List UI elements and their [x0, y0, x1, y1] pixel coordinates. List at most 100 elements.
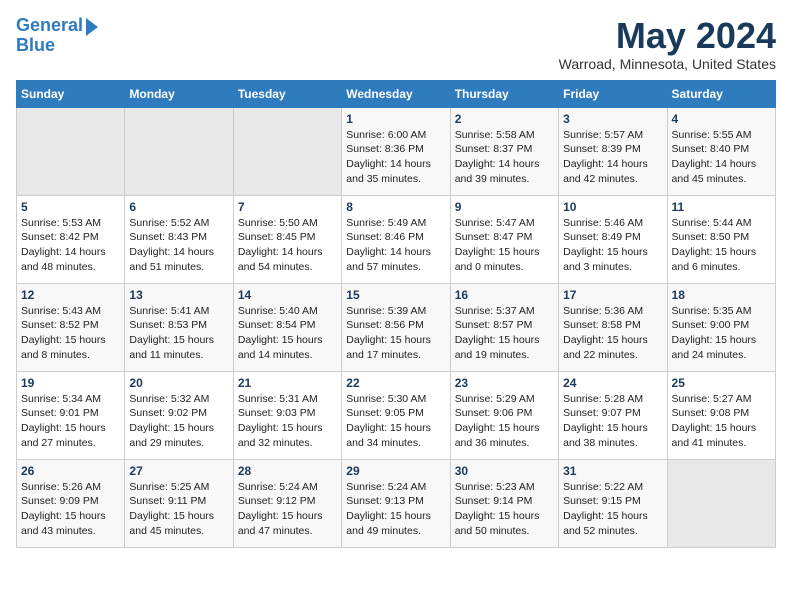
day-number: 13	[129, 288, 228, 302]
logo: General Blue	[16, 16, 98, 56]
day-number: 19	[21, 376, 120, 390]
day-info: Sunrise: 5:24 AM Sunset: 9:13 PM Dayligh…	[346, 480, 445, 539]
day-info: Sunrise: 5:37 AM Sunset: 8:57 PM Dayligh…	[455, 304, 554, 363]
day-number: 1	[346, 112, 445, 126]
calendar-cell: 20Sunrise: 5:32 AM Sunset: 9:02 PM Dayli…	[125, 371, 233, 459]
calendar-cell: 1Sunrise: 6:00 AM Sunset: 8:36 PM Daylig…	[342, 107, 450, 195]
day-number: 15	[346, 288, 445, 302]
calendar-cell: 12 Sunrise: 5:43 AM Sunset: 8:52 PM Dayli…	[17, 283, 125, 371]
calendar-cell: 22Sunrise: 5:30 AM Sunset: 9:05 PM Dayli…	[342, 371, 450, 459]
day-info: Sunrise: 5:41 AM Sunset: 8:53 PM Dayligh…	[129, 304, 228, 363]
day-number: 8	[346, 200, 445, 214]
page-header: General Blue May 2024 Warroad, Minnesota…	[16, 16, 776, 72]
day-info: Sunrise: 5:25 AM Sunset: 9:11 PM Dayligh…	[129, 480, 228, 539]
day-number: 2	[455, 112, 554, 126]
day-info: Sunrise: 5:36 AM Sunset: 8:58 PM Dayligh…	[563, 304, 662, 363]
day-number: 6	[129, 200, 228, 214]
day-info: Sunrise: 5:57 AM Sunset: 8:39 PM Dayligh…	[563, 128, 662, 187]
weekday-header-monday: Monday	[125, 80, 233, 107]
week-row-0: 1Sunrise: 6:00 AM Sunset: 8:36 PM Daylig…	[17, 107, 776, 195]
calendar-cell: 25 Sunrise: 5:27 AM Sunset: 9:08 PM Dayli…	[667, 371, 775, 459]
week-row-2: 12 Sunrise: 5:43 AM Sunset: 8:52 PM Dayli…	[17, 283, 776, 371]
calendar-cell	[233, 107, 341, 195]
day-info: Sunrise: 5:35 AM Sunset: 9:00 PM Dayligh…	[672, 304, 771, 363]
day-info: Sunrise: 5:52 AM Sunset: 8:43 PM Dayligh…	[129, 216, 228, 275]
day-info: Sunrise: 5:40 AM Sunset: 8:54 PM Dayligh…	[238, 304, 337, 363]
calendar-cell: 23Sunrise: 5:29 AM Sunset: 9:06 PM Dayli…	[450, 371, 558, 459]
calendar-cell: 13 Sunrise: 5:41 AM Sunset: 8:53 PM Dayli…	[125, 283, 233, 371]
calendar-cell: 24 Sunrise: 5:28 AM Sunset: 9:07 PM Dayli…	[559, 371, 667, 459]
calendar-cell: 3 Sunrise: 5:57 AM Sunset: 8:39 PM Daylig…	[559, 107, 667, 195]
day-info: Sunrise: 5:43 AM Sunset: 8:52 PM Dayligh…	[21, 304, 120, 363]
day-number: 21	[238, 376, 337, 390]
day-info: Sunrise: 5:23 AM Sunset: 9:14 PM Dayligh…	[455, 480, 554, 539]
day-info: Sunrise: 5:47 AM Sunset: 8:47 PM Dayligh…	[455, 216, 554, 275]
day-info: Sunrise: 5:31 AM Sunset: 9:03 PM Dayligh…	[238, 392, 337, 451]
week-row-4: 26Sunrise: 5:26 AM Sunset: 9:09 PM Dayli…	[17, 459, 776, 547]
calendar-cell: 17 Sunrise: 5:36 AM Sunset: 8:58 PM Dayli…	[559, 283, 667, 371]
day-info: Sunrise: 5:58 AM Sunset: 8:37 PM Dayligh…	[455, 128, 554, 187]
calendar-cell: 5 Sunrise: 5:53 AM Sunset: 8:42 PM Daylig…	[17, 195, 125, 283]
calendar-cell	[125, 107, 233, 195]
location: Warroad, Minnesota, United States	[559, 56, 776, 72]
day-info: Sunrise: 5:53 AM Sunset: 8:42 PM Dayligh…	[21, 216, 120, 275]
week-row-1: 5 Sunrise: 5:53 AM Sunset: 8:42 PM Daylig…	[17, 195, 776, 283]
calendar-cell: 9 Sunrise: 5:47 AM Sunset: 8:47 PM Daylig…	[450, 195, 558, 283]
calendar-header: SundayMondayTuesdayWednesdayThursdayFrid…	[17, 80, 776, 107]
day-number: 17	[563, 288, 662, 302]
day-number: 28	[238, 464, 337, 478]
day-info: Sunrise: 5:55 AM Sunset: 8:40 PM Dayligh…	[672, 128, 771, 187]
day-info: Sunrise: 5:49 AM Sunset: 8:46 PM Dayligh…	[346, 216, 445, 275]
day-info: Sunrise: 5:24 AM Sunset: 9:12 PM Dayligh…	[238, 480, 337, 539]
day-number: 16	[455, 288, 554, 302]
calendar-cell: 28 Sunrise: 5:24 AM Sunset: 9:12 PM Dayli…	[233, 459, 341, 547]
day-number: 31	[563, 464, 662, 478]
calendar-cell: 14Sunrise: 5:40 AM Sunset: 8:54 PM Dayli…	[233, 283, 341, 371]
calendar-cell: 2 Sunrise: 5:58 AM Sunset: 8:37 PM Daylig…	[450, 107, 558, 195]
day-info: Sunrise: 5:28 AM Sunset: 9:07 PM Dayligh…	[563, 392, 662, 451]
weekday-header-friday: Friday	[559, 80, 667, 107]
day-info: Sunrise: 5:27 AM Sunset: 9:08 PM Dayligh…	[672, 392, 771, 451]
day-info: Sunrise: 5:46 AM Sunset: 8:49 PM Dayligh…	[563, 216, 662, 275]
logo-line2: Blue	[16, 36, 98, 56]
day-number: 24	[563, 376, 662, 390]
day-number: 3	[563, 112, 662, 126]
logo-text: General	[16, 16, 83, 36]
day-number: 18	[672, 288, 771, 302]
calendar-cell: 27Sunrise: 5:25 AM Sunset: 9:11 PM Dayli…	[125, 459, 233, 547]
header-row: SundayMondayTuesdayWednesdayThursdayFrid…	[17, 80, 776, 107]
title-block: May 2024 Warroad, Minnesota, United Stat…	[559, 16, 776, 72]
day-info: Sunrise: 5:22 AM Sunset: 9:15 PM Dayligh…	[563, 480, 662, 539]
weekday-header-thursday: Thursday	[450, 80, 558, 107]
day-number: 30	[455, 464, 554, 478]
day-number: 20	[129, 376, 228, 390]
day-number: 12	[21, 288, 120, 302]
day-number: 10	[563, 200, 662, 214]
day-number: 9	[455, 200, 554, 214]
calendar-cell	[667, 459, 775, 547]
calendar-cell: 18 Sunrise: 5:35 AM Sunset: 9:00 PM Dayli…	[667, 283, 775, 371]
calendar-cell: 21 Sunrise: 5:31 AM Sunset: 9:03 PM Dayli…	[233, 371, 341, 459]
day-number: 23	[455, 376, 554, 390]
day-number: 7	[238, 200, 337, 214]
calendar-cell: 16 Sunrise: 5:37 AM Sunset: 8:57 PM Dayli…	[450, 283, 558, 371]
day-number: 22	[346, 376, 445, 390]
calendar-cell: 7 Sunrise: 5:50 AM Sunset: 8:45 PM Daylig…	[233, 195, 341, 283]
weekday-header-wednesday: Wednesday	[342, 80, 450, 107]
day-info: Sunrise: 5:39 AM Sunset: 8:56 PM Dayligh…	[346, 304, 445, 363]
day-info: Sunrise: 5:26 AM Sunset: 9:09 PM Dayligh…	[21, 480, 120, 539]
calendar-cell: 8 Sunrise: 5:49 AM Sunset: 8:46 PM Daylig…	[342, 195, 450, 283]
calendar-table: SundayMondayTuesdayWednesdayThursdayFrid…	[16, 80, 776, 548]
calendar-body: 1Sunrise: 6:00 AM Sunset: 8:36 PM Daylig…	[17, 107, 776, 547]
calendar-cell: 15 Sunrise: 5:39 AM Sunset: 8:56 PM Dayli…	[342, 283, 450, 371]
weekday-header-sunday: Sunday	[17, 80, 125, 107]
calendar-cell: 6 Sunrise: 5:52 AM Sunset: 8:43 PM Daylig…	[125, 195, 233, 283]
day-number: 4	[672, 112, 771, 126]
day-number: 5	[21, 200, 120, 214]
day-number: 29	[346, 464, 445, 478]
calendar-cell: 19Sunrise: 5:34 AM Sunset: 9:01 PM Dayli…	[17, 371, 125, 459]
day-number: 25	[672, 376, 771, 390]
day-info: Sunrise: 5:44 AM Sunset: 8:50 PM Dayligh…	[672, 216, 771, 275]
day-number: 11	[672, 200, 771, 214]
day-info: Sunrise: 5:50 AM Sunset: 8:45 PM Dayligh…	[238, 216, 337, 275]
